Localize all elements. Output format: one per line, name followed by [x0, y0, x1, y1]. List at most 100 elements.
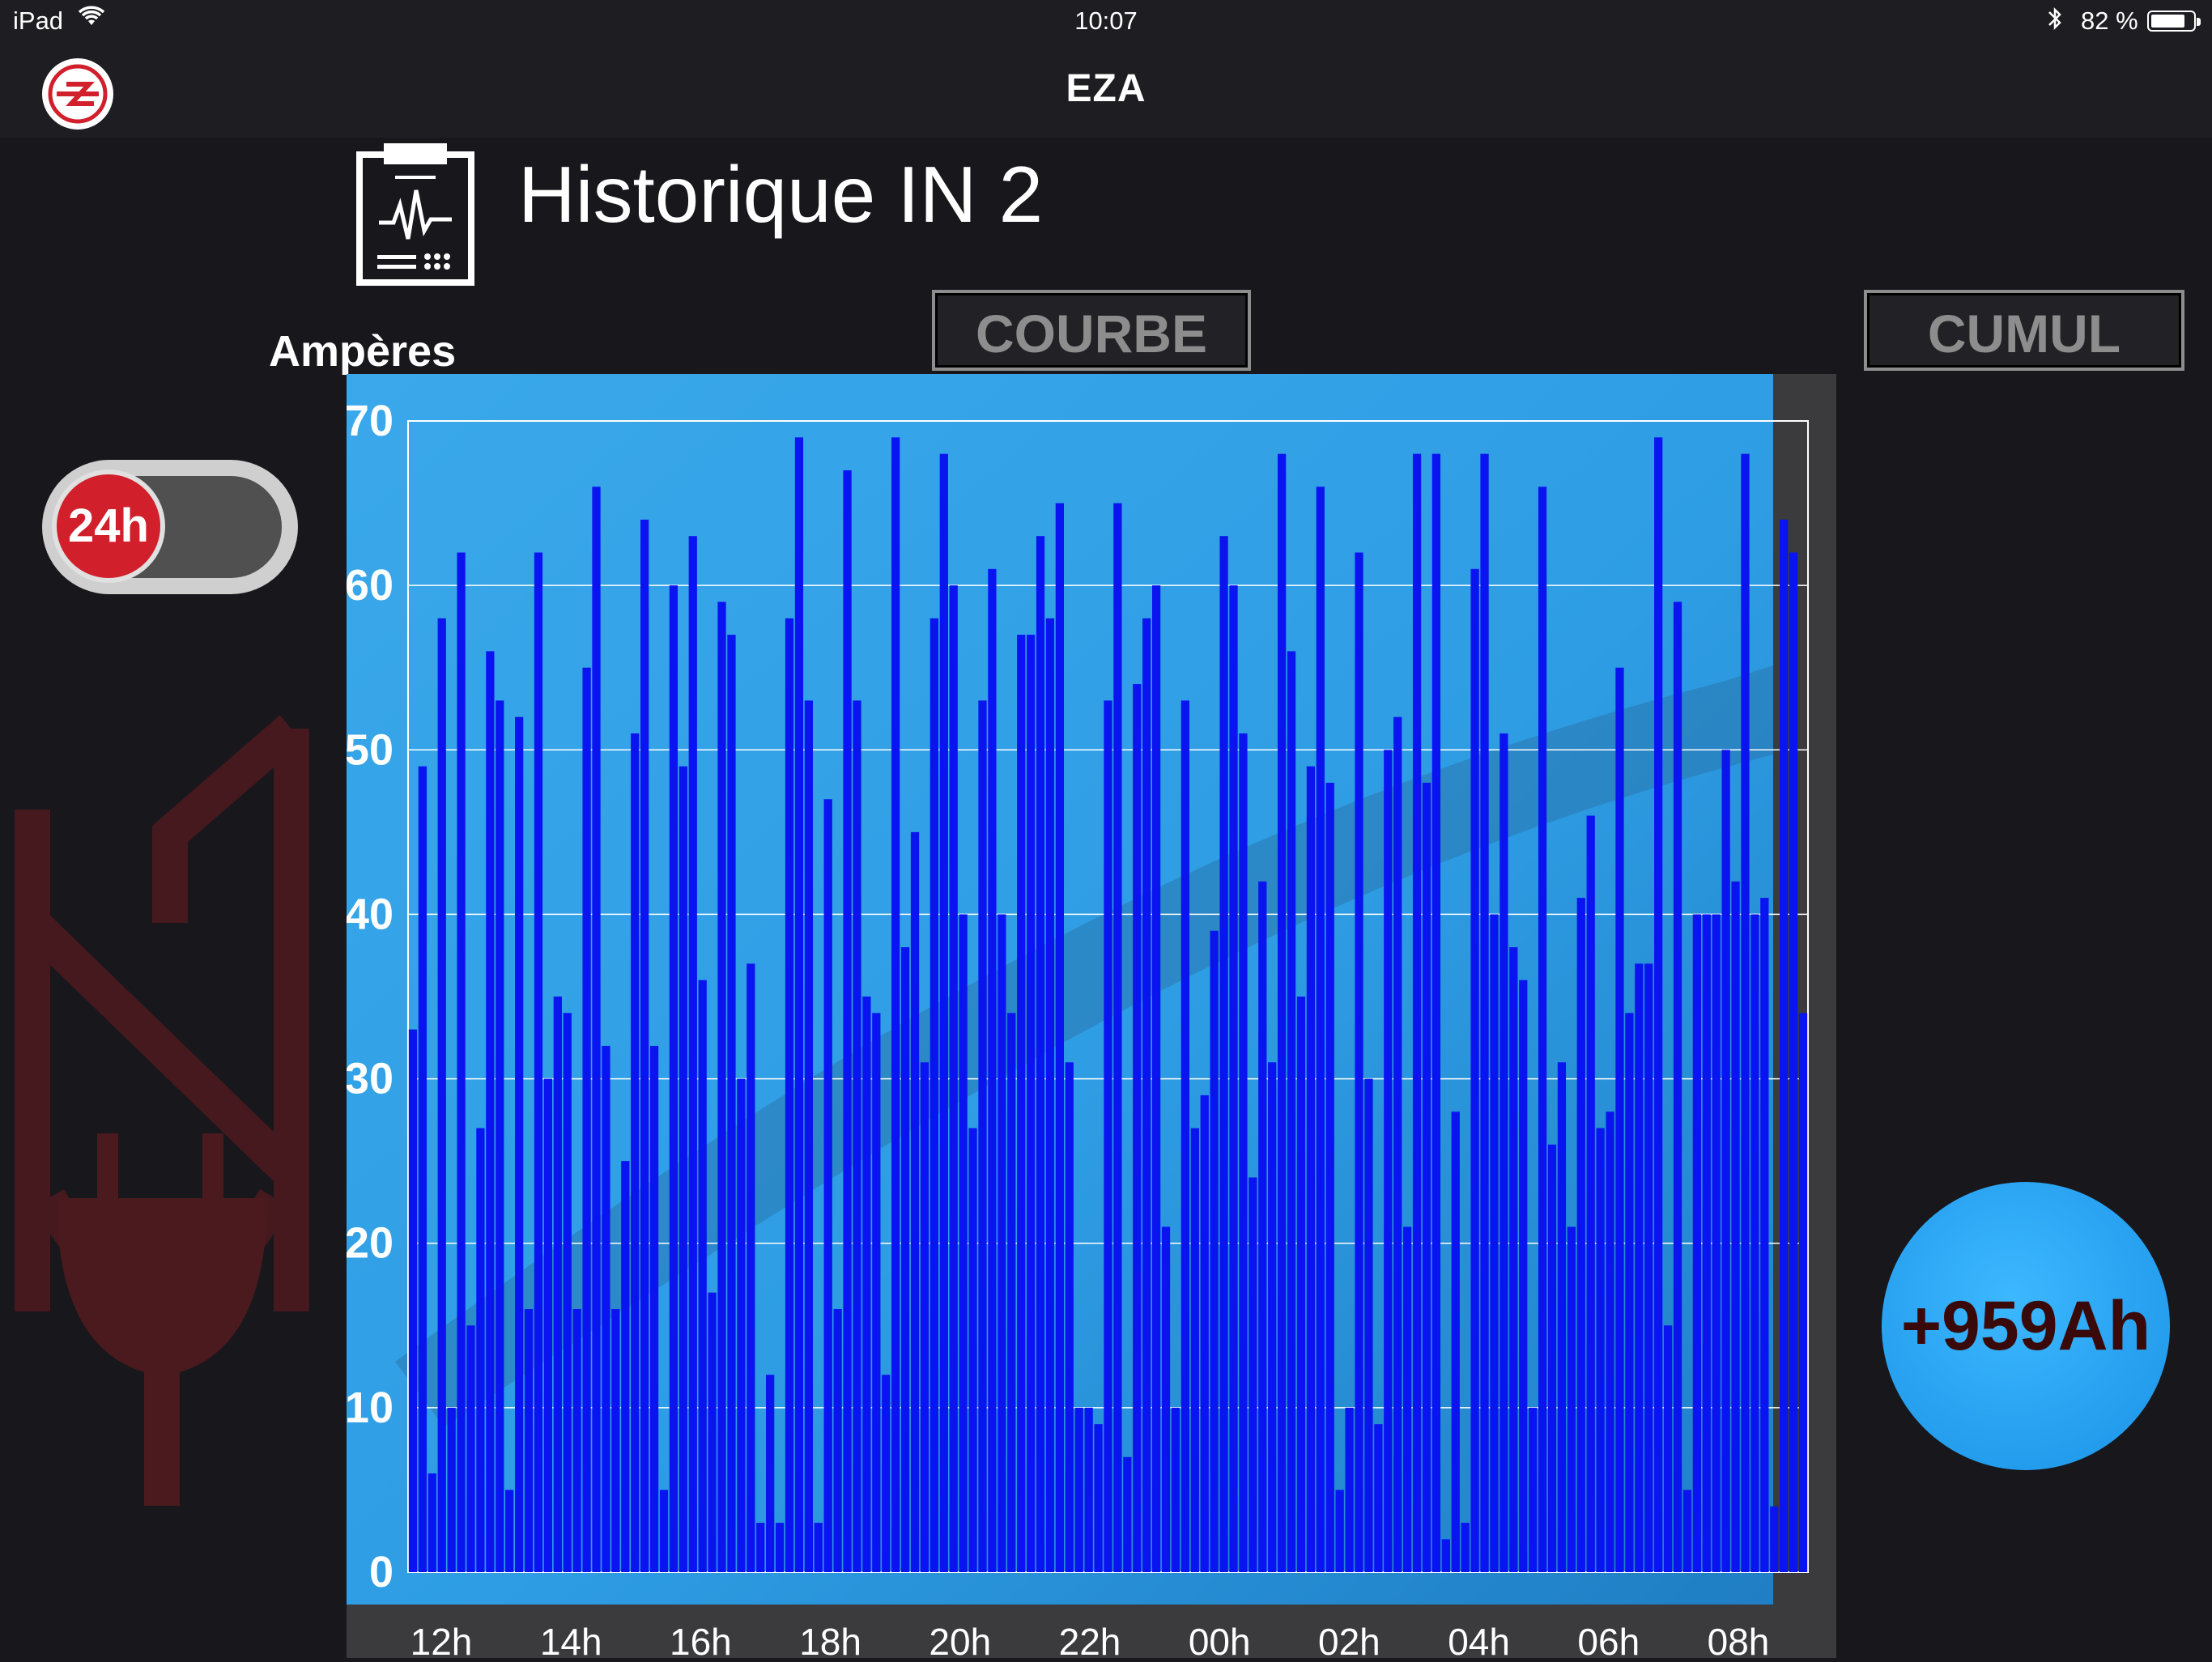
- bar: [843, 470, 852, 1572]
- bar: [1074, 1407, 1083, 1572]
- bar: [457, 552, 466, 1572]
- bar: [872, 1013, 881, 1572]
- bar: [747, 963, 755, 1572]
- bar: [1239, 733, 1248, 1572]
- bar: [1190, 1128, 1199, 1572]
- bar: [611, 1308, 620, 1572]
- bar: [1519, 980, 1528, 1572]
- x-tick-label: 04h: [1448, 1621, 1510, 1658]
- bar: [1547, 1144, 1557, 1572]
- bar-chart: 0 10 20 30 40 50 60 70 12h 14h 16h 18h 20h 22h 00h 02h…: [345, 374, 1836, 1662]
- bar: [1780, 519, 1789, 1572]
- x-tick-label: 00h: [1189, 1621, 1251, 1658]
- bar: [437, 618, 446, 1572]
- bar: [1412, 453, 1422, 1572]
- page-title: Historique IN 2: [518, 150, 1044, 239]
- bar: [1258, 881, 1267, 1572]
- bar: [698, 980, 707, 1572]
- battery-level: [2151, 15, 2184, 28]
- bar: [669, 585, 678, 1572]
- bar: [428, 1473, 436, 1572]
- bar: [853, 700, 861, 1572]
- x-tick-label: 12h: [410, 1621, 473, 1658]
- bar: [1576, 898, 1585, 1572]
- bar: [1654, 437, 1663, 1573]
- bar: [1161, 1226, 1171, 1572]
- bar: [1509, 947, 1518, 1572]
- bar: [1017, 635, 1026, 1572]
- bar: [1606, 1112, 1614, 1572]
- bar: [1712, 914, 1721, 1572]
- clock: 10:07: [1074, 6, 1138, 35]
- bar: [1451, 1112, 1460, 1572]
- bar: [920, 1062, 929, 1572]
- bar: [929, 618, 938, 1572]
- x-tick-label: 14h: [540, 1621, 602, 1658]
- bar: [418, 766, 428, 1572]
- bar: [998, 914, 1006, 1572]
- toggle-label: 24h: [68, 499, 149, 552]
- nav-bar: EZA: [0, 42, 2212, 138]
- bar: [659, 1490, 669, 1572]
- bar: [466, 1325, 475, 1572]
- courbe-button[interactable]: COURBE: [932, 290, 1251, 371]
- bar: [1268, 1062, 1277, 1572]
- bar: [1364, 1078, 1373, 1572]
- bar: [814, 1523, 823, 1572]
- bar: [1538, 487, 1547, 1573]
- bar: [833, 1308, 842, 1572]
- bar: [727, 635, 736, 1572]
- bar: [1567, 1226, 1576, 1572]
- bar: [1123, 1456, 1132, 1572]
- y-tick-label: 60: [347, 561, 393, 610]
- y-tick-label: 20: [347, 1219, 393, 1268]
- cumul-button[interactable]: CUMUL: [1864, 290, 2184, 371]
- bar: [737, 1078, 746, 1572]
- status-bar: iPad 10:07 82 %: [0, 0, 2212, 42]
- bar: [524, 1308, 534, 1572]
- bar: [1249, 1177, 1257, 1572]
- bar: [1355, 552, 1363, 1572]
- total-ah-badge[interactable]: +959Ah: [1882, 1182, 2170, 1470]
- bar: [717, 601, 726, 1572]
- bar: [1200, 1095, 1209, 1572]
- bar: [688, 536, 697, 1573]
- x-tick-label: 02h: [1318, 1621, 1380, 1658]
- bar: [1296, 997, 1306, 1572]
- bar: [1171, 1407, 1180, 1572]
- bar: [1036, 536, 1045, 1573]
- bar: [1210, 930, 1219, 1572]
- bar: [968, 1128, 977, 1572]
- x-tick-label: 06h: [1577, 1621, 1640, 1658]
- x-tick-label: 22h: [1059, 1621, 1121, 1658]
- y-tick-label: 10: [347, 1384, 393, 1432]
- bar: [631, 733, 640, 1572]
- bar: [882, 1375, 891, 1572]
- bar: [678, 766, 687, 1572]
- bar: [862, 997, 871, 1572]
- period-toggle[interactable]: 24h: [42, 460, 298, 594]
- y-axis-title: Ampères: [269, 327, 457, 376]
- bar: [1065, 1062, 1074, 1572]
- bar: [1287, 651, 1296, 1572]
- bar: [1770, 1506, 1779, 1572]
- x-tick-label: 20h: [929, 1621, 991, 1658]
- battery-nub: [2197, 18, 2201, 26]
- y-tick-label: 30: [347, 1055, 393, 1103]
- plug-watermark-icon: [15, 715, 309, 1506]
- bar: [447, 1407, 456, 1572]
- bar: [1682, 1490, 1692, 1572]
- bar: [1335, 1490, 1344, 1572]
- bar: [1692, 914, 1701, 1572]
- bar: [1557, 1062, 1567, 1572]
- bar: [1084, 1407, 1093, 1572]
- bar: [543, 1078, 553, 1572]
- bar: [1741, 453, 1750, 1572]
- bar: [1798, 1013, 1808, 1572]
- bar: [1403, 1226, 1412, 1572]
- battery-icon: [2147, 11, 2201, 32]
- bar: [1721, 750, 1730, 1572]
- bar: [582, 667, 591, 1572]
- bar: [1219, 536, 1228, 1573]
- bar: [708, 1292, 717, 1572]
